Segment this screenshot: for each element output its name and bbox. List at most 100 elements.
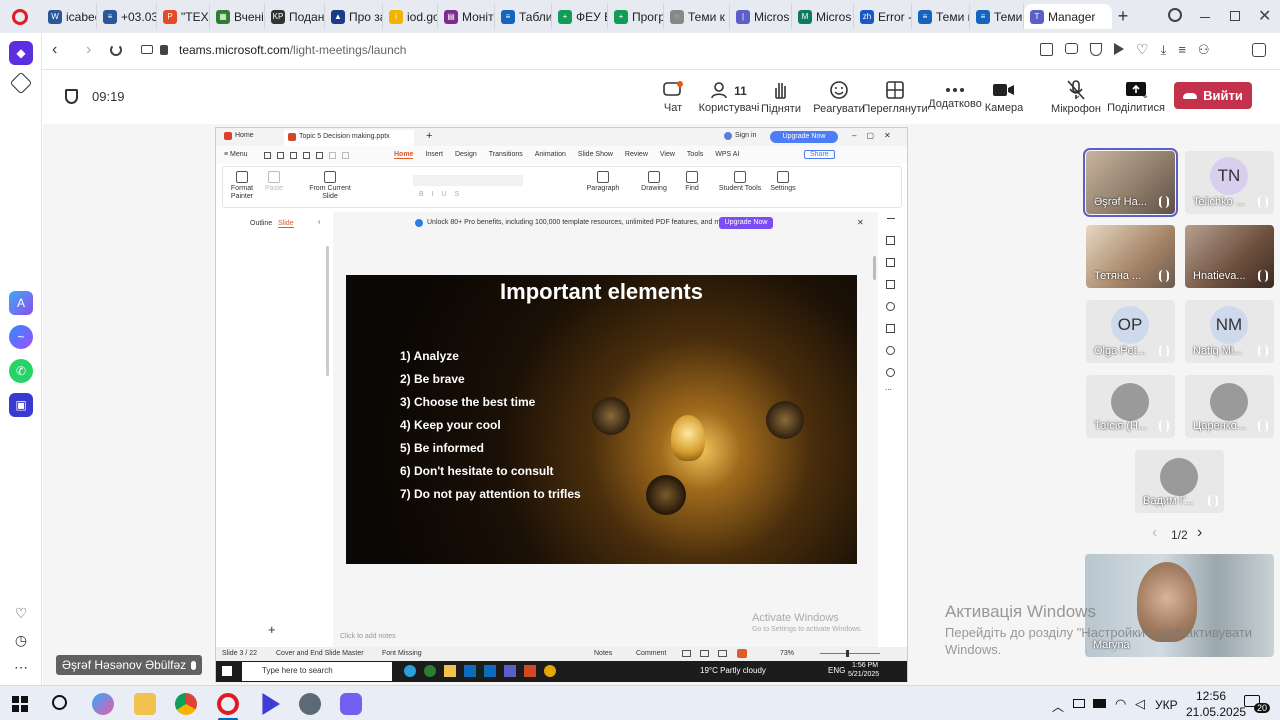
view-normal-icon[interactable] <box>682 650 691 657</box>
ribbon-tab[interactable]: Insert <box>425 151 443 159</box>
aria-icon[interactable]: A <box>9 291 33 315</box>
ribbon-tab[interactable]: Transitions <box>489 151 523 159</box>
teams-sidebar-icon[interactable]: ▣ <box>9 393 33 417</box>
site-info-icon[interactable] <box>141 45 153 54</box>
close-window-button[interactable]: ✕ <box>1258 6 1271 26</box>
banner-close-icon[interactable]: ✕ <box>857 218 864 227</box>
wps-upgrade-button[interactable]: Upgrade Now <box>770 131 838 143</box>
file-explorer-icon[interactable] <box>134 693 156 715</box>
meeting-control-view[interactable]: Переглянути <box>862 70 928 124</box>
pagination-next-button[interactable]: › <box>1197 524 1202 542</box>
slideshow-play-icon[interactable] <box>737 649 747 658</box>
participant-tile[interactable]: Таїсія (Н... <box>1086 375 1175 438</box>
browser-tab[interactable]: P "ТЕХНС <box>157 4 210 29</box>
meeting-control-raise-hand[interactable]: Підняти <box>761 70 801 124</box>
wps-new-tab-button[interactable]: + <box>426 130 432 142</box>
shield-icon[interactable] <box>1090 43 1102 56</box>
shared-app-teams-icon[interactable] <box>504 665 516 677</box>
search-tabs-icon[interactable] <box>1168 8 1182 22</box>
meeting-control-more[interactable]: Додатково <box>923 70 987 124</box>
url-field[interactable]: teams.microsoft.com/light-meetings/launc… <box>179 43 406 57</box>
more-sidebar-icon[interactable]: ⋯ <box>9 655 33 679</box>
heart-icon[interactable]: ♡ <box>1136 42 1149 56</box>
tray-monitor-icon[interactable] <box>1073 699 1085 708</box>
participant-tile[interactable]: NM Natiq Mi... <box>1185 300 1274 363</box>
camera-snap-icon[interactable] <box>1065 43 1078 54</box>
ribbon-button[interactable]: Find <box>677 171 707 193</box>
browser-tab[interactable]: ≡ +03.03 <box>97 4 157 29</box>
browser-tab[interactable]: ▦ Вчені з <box>210 4 265 29</box>
tool-icon-1[interactable] <box>887 218 895 219</box>
meeting-control-people[interactable]: 11 Користувачі <box>699 70 759 124</box>
tray-chevron-icon[interactable]: ︿ <box>1052 698 1064 715</box>
opera-logo-icon[interactable] <box>12 9 28 25</box>
tray-date[interactable]: 21.05.2025 <box>1186 705 1246 719</box>
tool-icon-3[interactable] <box>886 258 895 267</box>
collapse-panel-icon[interactable]: ‹ <box>318 219 320 226</box>
ribbon-tab[interactable]: Review <box>625 151 648 159</box>
ribbon-tab[interactable]: Tools <box>687 151 703 159</box>
slide-canvas[interactable]: Important elements 1) Analyze 2) Be brave… <box>346 275 857 564</box>
ribbon-tab[interactable]: WPS AI <box>715 151 739 159</box>
editor-scrollbar[interactable] <box>873 256 876 280</box>
ribbon-tab[interactable]: Animation <box>535 151 566 159</box>
viber-icon[interactable] <box>340 693 362 715</box>
browser-tab[interactable]: ≡ Табли <box>495 4 552 29</box>
participant-tile[interactable]: Тетяна ... <box>1086 225 1175 288</box>
quick-access-icons[interactable] <box>264 152 374 160</box>
opera-taskbar-icon[interactable] <box>217 693 239 715</box>
banner-upgrade-button[interactable]: Upgrade Now <box>719 217 773 229</box>
messenger-icon[interactable]: ~ <box>9 325 33 349</box>
tray-battery-icon[interactable] <box>1093 699 1106 708</box>
shared-app-chrome-icon[interactable] <box>424 665 436 677</box>
tray-language[interactable]: УКР <box>1155 698 1178 712</box>
menu-lines-icon[interactable]: ≡ <box>1178 43 1186 56</box>
browser-tab[interactable]: ▲ Про за <box>325 4 383 29</box>
shared-app-outlook-icon[interactable] <box>484 665 496 677</box>
search-icon[interactable] <box>52 695 67 710</box>
ribbon-button[interactable]: Format Painter <box>227 171 257 201</box>
thumbs-scrollbar[interactable] <box>326 246 329 376</box>
ribbon-button[interactable]: Student Tools <box>717 171 763 193</box>
browser-tab[interactable]: + ФЕУ Ві <box>552 4 608 29</box>
add-slide-button[interactable]: + <box>268 622 276 637</box>
browser-tab[interactable]: | Micros <box>730 4 792 29</box>
browser-tab[interactable]: ◌ Теми к <box>664 4 730 29</box>
shared-app-wps-icon[interactable] <box>524 665 536 677</box>
browser-tab[interactable]: ≡ Теми к <box>970 4 1024 29</box>
browser-tab[interactable]: + Програ <box>608 4 664 29</box>
ribbon-button[interactable]: From Current Slide <box>307 171 353 201</box>
wps-home-tab[interactable]: Home <box>224 132 254 140</box>
tray-volume-icon[interactable]: ◁ <box>1135 696 1145 712</box>
camera-options-chevron-icon[interactable]: ⌄ <box>1073 90 1081 101</box>
tool-icon-6[interactable] <box>886 324 895 333</box>
participant-tile[interactable]: TN Telichko ... <box>1185 151 1274 214</box>
browser-tab[interactable]: M Micros <box>792 4 854 29</box>
view-grid-icon[interactable] <box>700 650 709 657</box>
ribbon-tab[interactable]: Design <box>455 151 477 159</box>
meeting-control-camera[interactable]: Камера <box>981 70 1027 124</box>
workspace-icon[interactable]: ◆ <box>9 41 33 65</box>
browser-tab[interactable]: KP Подан <box>265 4 325 29</box>
vpn-icon[interactable] <box>262 693 280 715</box>
tray-time[interactable]: 12:56 <box>1196 689 1226 703</box>
status-notes[interactable]: Notes <box>594 650 612 657</box>
panel-tab-slide[interactable]: Slide <box>278 220 294 228</box>
minimize-button[interactable] <box>1200 17 1210 18</box>
meeting-control-chat[interactable]: Чат <box>655 70 691 124</box>
browser-tab[interactable]: ≡ Теми к <box>912 4 970 29</box>
view-reading-icon[interactable] <box>718 650 727 657</box>
copilot-icon[interactable] <box>92 693 114 715</box>
ribbon-tab[interactable]: Home <box>394 151 414 159</box>
tool-icon-7[interactable] <box>886 346 895 355</box>
status-font-missing[interactable]: Font Missing <box>382 650 422 657</box>
tool-icon-5[interactable] <box>886 302 895 311</box>
mic-options-chevron-icon[interactable]: ⌄ <box>1141 90 1149 101</box>
ribbon-button[interactable]: Paragraph <box>581 171 625 193</box>
shared-app-folder-icon[interactable] <box>444 665 456 677</box>
browser-tab[interactable]: ▤ Моніто <box>438 4 495 29</box>
wps-doc-tab[interactable]: Topic 5 Decision making.pptx <box>284 130 414 146</box>
profile-icon[interactable]: ⚇ <box>1198 43 1210 56</box>
wps-share-button[interactable]: Share <box>804 150 835 159</box>
wps-sign-in[interactable]: Sign in <box>724 132 756 140</box>
